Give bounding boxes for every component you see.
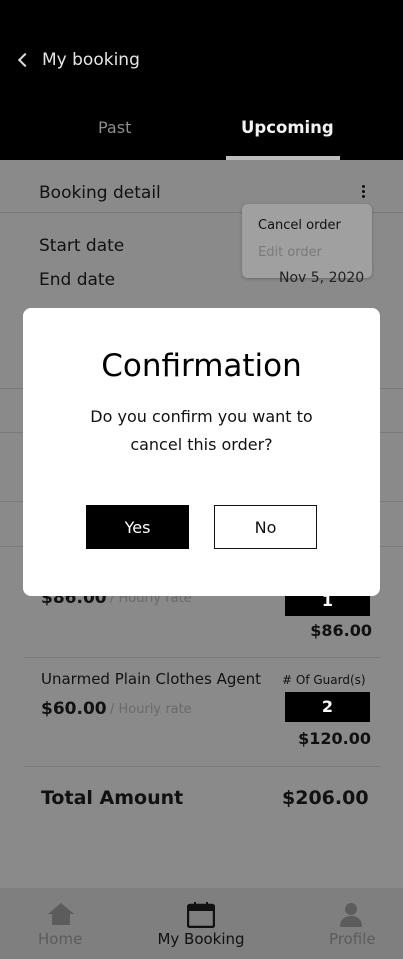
nav-my-booking[interactable]: My Booking <box>134 888 268 959</box>
page-title: My booking <box>42 50 140 70</box>
app-header: My booking Past Upcoming <box>0 0 403 160</box>
options-menu: Cancel order Edit order <box>242 204 372 278</box>
nav-home[interactable]: Home <box>0 888 134 959</box>
tab-upcoming[interactable]: Upcoming <box>241 118 334 137</box>
booking-detail-title: Booking detail <box>39 183 161 203</box>
tab-past[interactable]: Past <box>98 118 131 137</box>
service-total: $120.00 <box>298 729 371 748</box>
service-name: Unarmed Plain Clothes Agent <box>41 670 261 688</box>
nav-home-label: Home <box>38 930 83 948</box>
calendar-icon <box>187 902 215 928</box>
more-options-icon[interactable] <box>356 183 370 201</box>
chevron-left-icon <box>17 52 33 68</box>
yes-button[interactable]: Yes <box>86 505 189 549</box>
nav-profile-label: Profile <box>329 930 376 948</box>
total-amount-label: Total Amount <box>41 787 184 809</box>
service-total: $86.00 <box>310 621 372 640</box>
guard-count-label: # Of Guard(s) <box>282 673 366 687</box>
service-price: $60.00 <box>41 699 107 719</box>
end-date-value: Nov 5, 2020 <box>279 270 365 286</box>
back-button[interactable]: My booking <box>17 50 140 70</box>
nav-profile[interactable]: Profile <box>285 888 403 959</box>
divider <box>24 766 380 767</box>
nav-booking-label: My Booking <box>157 930 245 948</box>
person-icon <box>340 903 362 927</box>
menu-item-cancel-order[interactable]: Cancel order <box>258 218 341 233</box>
bottom-navigation: Home My Booking Profile <box>0 888 403 959</box>
end-date-label: End date <box>39 270 116 290</box>
home-icon <box>48 903 74 925</box>
dialog-message: Do you confirm you want to cancel this o… <box>90 407 313 454</box>
guard-quantity[interactable]: 2 <box>285 692 370 722</box>
service-rate: / Hourly rate <box>110 702 192 717</box>
dialog-title: Confirmation <box>101 348 302 384</box>
total-amount-value: $206.00 <box>282 787 369 809</box>
start-date-label: Start date <box>39 236 125 256</box>
no-button[interactable]: No <box>214 505 317 549</box>
confirmation-dialog: Confirmation Do you confirm you want to … <box>23 308 380 596</box>
divider <box>24 657 380 658</box>
menu-item-edit-order[interactable]: Edit order <box>258 245 322 260</box>
